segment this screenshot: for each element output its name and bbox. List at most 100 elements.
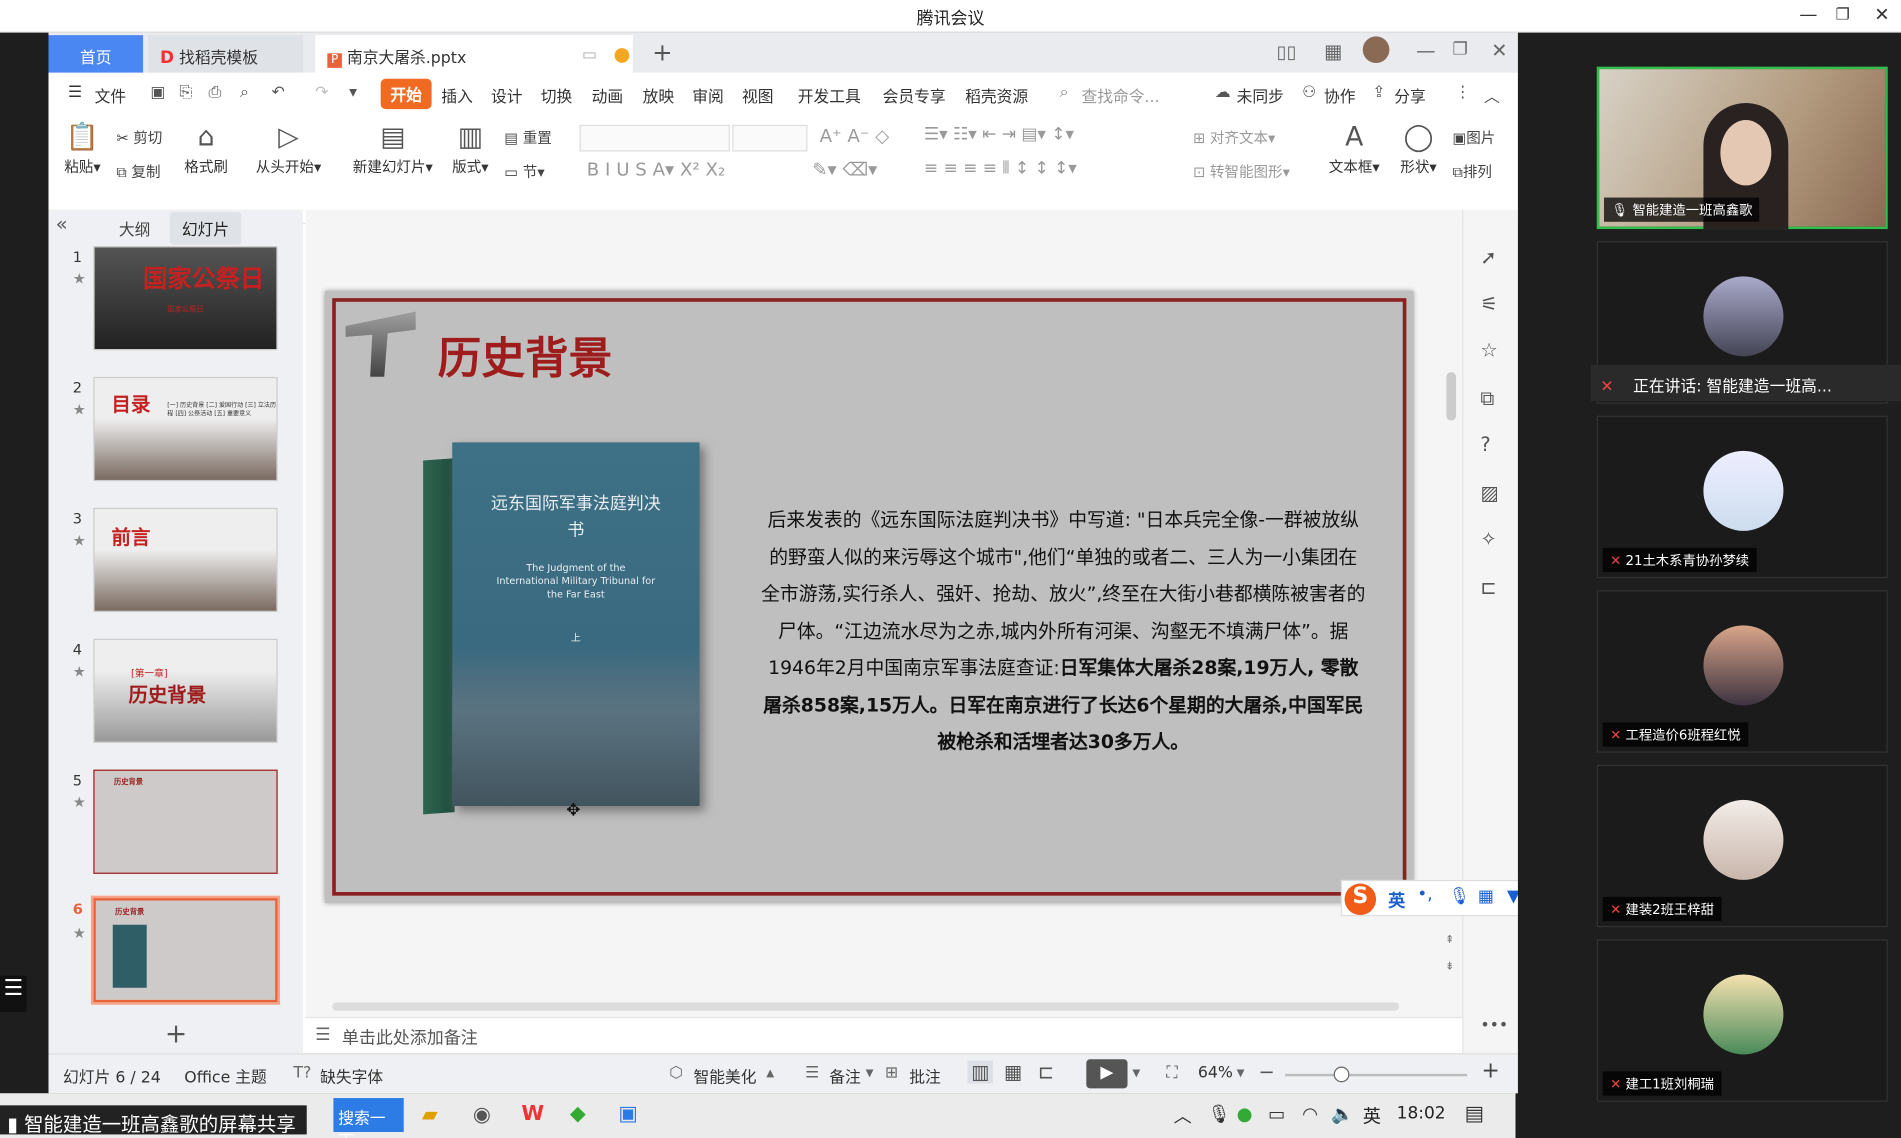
slide-thumbnail-3[interactable]: 前言 <box>93 507 278 613</box>
scroll-thumb[interactable] <box>1446 372 1457 421</box>
layout-button[interactable]: ▥ 版式▾ <box>449 122 493 177</box>
menu-member[interactable]: 会员专享 <box>883 84 946 106</box>
format-painter-button[interactable]: ⌂ 格式刷 <box>179 122 232 177</box>
rocket-icon[interactable]: ➚ <box>1480 246 1496 269</box>
picture-button[interactable]: ▣图片 <box>1452 127 1495 148</box>
add-slide-icon[interactable]: + <box>165 1019 187 1049</box>
smart-shape-button[interactable]: ⊡ 转智能图形▾ <box>1193 161 1290 182</box>
menu-transition[interactable]: 切换 <box>541 84 573 106</box>
save-icon[interactable]: ▣ <box>150 84 165 102</box>
redo-icon[interactable]: ↷ <box>315 84 328 102</box>
menu-view[interactable]: 视图 <box>742 84 774 106</box>
menu-start[interactable]: 开始 <box>380 78 432 110</box>
wifi-icon[interactable]: ◠ <box>1302 1103 1318 1125</box>
mic-icon[interactable]: 🎙 <box>1449 887 1471 906</box>
tray-lang[interactable]: 英 <box>1363 1103 1381 1128</box>
sorter-view-icon[interactable]: ▦ <box>1004 1061 1022 1084</box>
wps-minimize-icon[interactable]: — <box>1416 39 1435 62</box>
book-open-icon[interactable]: ⊏ <box>1480 576 1496 599</box>
notes-toggle[interactable]: 备注 <box>829 1064 861 1087</box>
zoom-dropdown-icon[interactable]: ▾ <box>1237 1064 1245 1082</box>
font-family-select[interactable] <box>579 124 730 152</box>
notes-placeholder[interactable]: 单击此处添加备注 <box>342 1025 478 1049</box>
comment-toggle[interactable]: 批注 <box>909 1064 941 1087</box>
tab-slides[interactable]: 幻灯片 <box>169 212 242 245</box>
image-edit-icon[interactable]: ▨ <box>1480 481 1498 504</box>
collapse-pane-icon[interactable]: « <box>56 212 68 235</box>
theme-name[interactable]: Office 主题 <box>184 1064 267 1087</box>
shape-button[interactable]: ◯ 形状▾ <box>1394 122 1442 177</box>
tab-home[interactable]: 首页 <box>48 35 144 73</box>
zoom-out-icon[interactable]: − <box>1258 1061 1274 1084</box>
prev-slide-icon[interactable]: ⇞ <box>1445 934 1454 946</box>
share-button[interactable]: 分享 <box>1394 84 1426 106</box>
slide-thumbnail-2[interactable]: 目录 [一] 历史背景 [二] 爱国行动 [三] 立法历程 [四] 公祭活动 [… <box>93 376 278 482</box>
search-icon[interactable]: ⌕ <box>1060 84 1069 102</box>
participant-tile-4[interactable]: ✕ 工程造价6班程红悦 <box>1596 590 1888 753</box>
horizontal-scrollbar[interactable] <box>315 1000 1430 1012</box>
copy-button[interactable]: ⧉ 复制 <box>116 161 160 182</box>
slide-thumbnail-6[interactable]: 历史背景 <box>90 895 281 1005</box>
sync-status[interactable]: 未同步 <box>1237 84 1284 106</box>
tab-outline[interactable]: 大纲 <box>119 217 151 240</box>
reading-view-icon[interactable]: ⊏ <box>1038 1061 1054 1084</box>
keyboard-icon[interactable]: ▦ <box>1478 887 1494 906</box>
menu-animation[interactable]: 动画 <box>592 84 624 106</box>
font-style-icons[interactable]: B I U S A▾ X² X₂ <box>587 159 725 181</box>
compass-icon[interactable]: ✧ <box>1480 527 1496 550</box>
align-icons[interactable]: ≡ ≡ ≡ ≡ ⫴ ↕ ↕ ↕▾ <box>924 159 1077 178</box>
menu-daoke[interactable]: 稻壳资源 <box>965 84 1028 106</box>
fit-window-icon[interactable]: ⛶ <box>1166 1064 1177 1082</box>
file-explorer-icon[interactable]: ▰ <box>422 1103 438 1127</box>
notes-area[interactable]: ☰ 单击此处添加备注 <box>305 1016 1463 1054</box>
grow-font-icon[interactable]: A⁺ A⁻ ◇ <box>820 125 890 147</box>
collab-button[interactable]: 协作 <box>1324 84 1356 106</box>
smart-beautify[interactable]: 智能美化 <box>693 1064 756 1087</box>
highlight-icon[interactable]: ✎▾ ⌫▾ <box>812 159 877 181</box>
participant-tile-5[interactable]: ✕ 建装2班王梓甜 <box>1596 764 1888 928</box>
search-button[interactable]: 搜索一下 <box>333 1098 404 1138</box>
slide-thumbnail-1[interactable]: 国家公祭日 国家公祭日 <box>93 246 278 351</box>
menu-file[interactable]: 文件 <box>95 84 127 106</box>
help-icon[interactable]: ? <box>1480 433 1490 456</box>
slide-thumbnail-5[interactable]: 历史背景 <box>93 769 278 874</box>
menu-slideshow[interactable]: 放映 <box>643 84 675 106</box>
preview-icon[interactable]: ⌕ <box>240 84 249 102</box>
zoom-slider-knob[interactable] <box>1333 1066 1350 1083</box>
minimize-icon[interactable]: — <box>1799 4 1817 26</box>
export-icon[interactable]: ⎘ <box>179 84 192 102</box>
dropdown-icon[interactable]: ▾ <box>866 1064 874 1082</box>
reset-button[interactable]: ▤ 重置 <box>504 127 552 148</box>
font-size-select[interactable] <box>732 124 808 152</box>
collapse-ribbon-icon[interactable]: ︿ <box>1484 84 1500 106</box>
zoom-level[interactable]: 64% <box>1198 1064 1233 1082</box>
participant-tile-3[interactable]: ✕ 21土木系青协孙梦续 <box>1596 415 1888 579</box>
punct-icon[interactable]: •, <box>1417 885 1432 904</box>
more-tools-icon[interactable]: ••• <box>1480 1017 1508 1035</box>
battery-icon[interactable]: ▭ <box>1268 1103 1285 1125</box>
section-button[interactable]: ▭ 节▾ <box>504 161 544 182</box>
align-text-button[interactable]: ⊞ 对齐文本▾ <box>1193 127 1275 148</box>
menu-developer[interactable]: 开发工具 <box>798 84 861 106</box>
tray-mic-icon[interactable]: 🎙 <box>1208 1103 1231 1125</box>
missing-font[interactable]: 缺失字体 <box>320 1064 383 1087</box>
menu-insert[interactable]: 插入 <box>441 84 473 106</box>
paste-button[interactable]: 📋 粘贴▾ <box>61 122 105 177</box>
wps-restore-icon[interactable]: ❐ <box>1452 40 1467 59</box>
tray-app-icon[interactable]: ● <box>1237 1103 1253 1125</box>
participant-tile-1[interactable]: 🎙 智能建造一班高鑫歌 <box>1596 66 1888 230</box>
customize-icon[interactable]: ▾ <box>349 84 357 102</box>
textbox-button[interactable]: A 文本框▾ <box>1326 122 1382 177</box>
app-icon[interactable]: ◆ <box>570 1102 586 1126</box>
zoom-slider[interactable] <box>1285 1066 1468 1083</box>
slide-transition-icon[interactable]: ⧉ <box>1480 387 1494 411</box>
close-icon[interactable]: ✕ <box>1874 4 1889 26</box>
tray-chevron-icon[interactable]: ︿ <box>1174 1103 1192 1128</box>
chevron-up-icon[interactable]: ▴ <box>766 1064 774 1082</box>
tab-template[interactable]: D 找稻壳模板 <box>147 35 304 73</box>
more-icon[interactable]: ⋮ <box>1455 84 1471 102</box>
hamburger-icon[interactable]: ☰ <box>68 84 82 102</box>
undo-icon[interactable]: ↶ <box>272 84 285 102</box>
avatar[interactable] <box>1362 36 1390 64</box>
participant-tile-6[interactable]: ✕ 建工1班刘桐瑞 <box>1596 939 1888 1102</box>
